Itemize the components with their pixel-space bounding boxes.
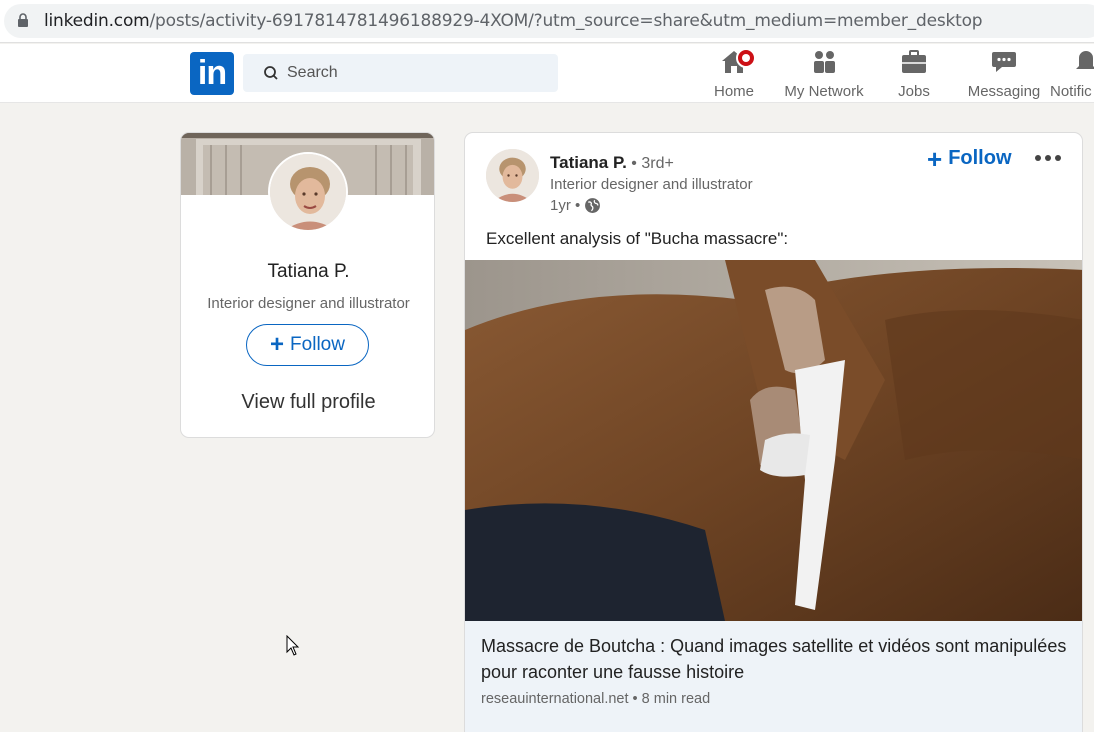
nav-home[interactable]: Home (706, 48, 762, 102)
briefcase-icon (902, 50, 926, 73)
view-full-profile-link[interactable]: View full profile (181, 391, 434, 414)
network-icon (814, 51, 835, 73)
post-text: Excellent analysis of "Bucha massacre": (486, 229, 789, 248)
post-author[interactable]: Tatiana P. • 3rd+ (550, 153, 674, 173)
article-source: reseauinternational.net • 8 min read (481, 691, 711, 707)
search-box[interactable] (243, 54, 558, 92)
profile-follow-button[interactable]: + Follow (246, 324, 369, 366)
profile-name[interactable]: Tatiana P. (181, 261, 434, 283)
post-follow-label: Follow (948, 147, 1012, 169)
profile-card: Tatiana P. Interior designer and illustr… (180, 132, 435, 438)
profile-avatar[interactable] (268, 152, 348, 232)
nav-jobs[interactable]: Jobs (888, 48, 940, 102)
more-options-icon[interactable] (1033, 146, 1063, 170)
article-preview[interactable]: Massacre de Boutcha : Quand images satel… (465, 621, 1082, 732)
post-time: 1yr • (550, 197, 581, 214)
nav-messaging[interactable]: Messaging (962, 48, 1046, 102)
linkedin-navbar: in Home My Network Jobs (0, 44, 1094, 103)
search-icon (264, 66, 278, 80)
nav-my-network[interactable]: My Network (778, 48, 870, 102)
nav-notifications[interactable]: Notific (1050, 48, 1094, 102)
notification-badge (736, 48, 756, 68)
nav-network-label: My Network (784, 83, 864, 100)
profile-follow-label: Follow (290, 334, 345, 355)
plus-icon: + (927, 143, 943, 174)
linkedin-logo[interactable]: in (190, 52, 234, 95)
post-meta: 1yr • (550, 197, 601, 214)
nav-notifications-label: Notific (1050, 83, 1092, 100)
lock-icon (18, 13, 28, 27)
messaging-icon (992, 52, 1016, 72)
url-text[interactable]: linkedin.com/posts/activity-691781478149… (44, 11, 983, 31)
connection-degree: • 3rd+ (626, 155, 674, 172)
browser-address-bar[interactable]: linkedin.com/posts/activity-691781478149… (0, 0, 1094, 43)
post-card: Tatiana P. • 3rd+ Interior designer and … (464, 132, 1083, 732)
post-author-headline: Interior designer and illustrator (550, 176, 753, 193)
url-path: /posts/activity-6917814781496188929-4XOM… (149, 11, 983, 31)
bell-icon (1076, 51, 1094, 69)
globe-icon (585, 198, 601, 213)
post-follow-button[interactable]: + Follow (927, 143, 1012, 174)
url-host: linkedin.com (44, 11, 150, 31)
plus-icon: + (270, 331, 285, 358)
profile-headline: Interior designer and illustrator (207, 295, 410, 312)
post-image[interactable] (465, 260, 1082, 621)
nav-jobs-label: Jobs (898, 83, 930, 100)
search-input[interactable] (287, 62, 547, 84)
mouse-cursor-icon (286, 635, 300, 656)
post-author-name[interactable]: Tatiana P. (550, 153, 627, 172)
nav-home-label: Home (713, 83, 754, 100)
nav-messaging-label: Messaging (967, 83, 1041, 100)
post-author-avatar[interactable] (486, 149, 539, 202)
article-title[interactable]: Massacre de Boutcha : Quand images satel… (481, 633, 1071, 685)
